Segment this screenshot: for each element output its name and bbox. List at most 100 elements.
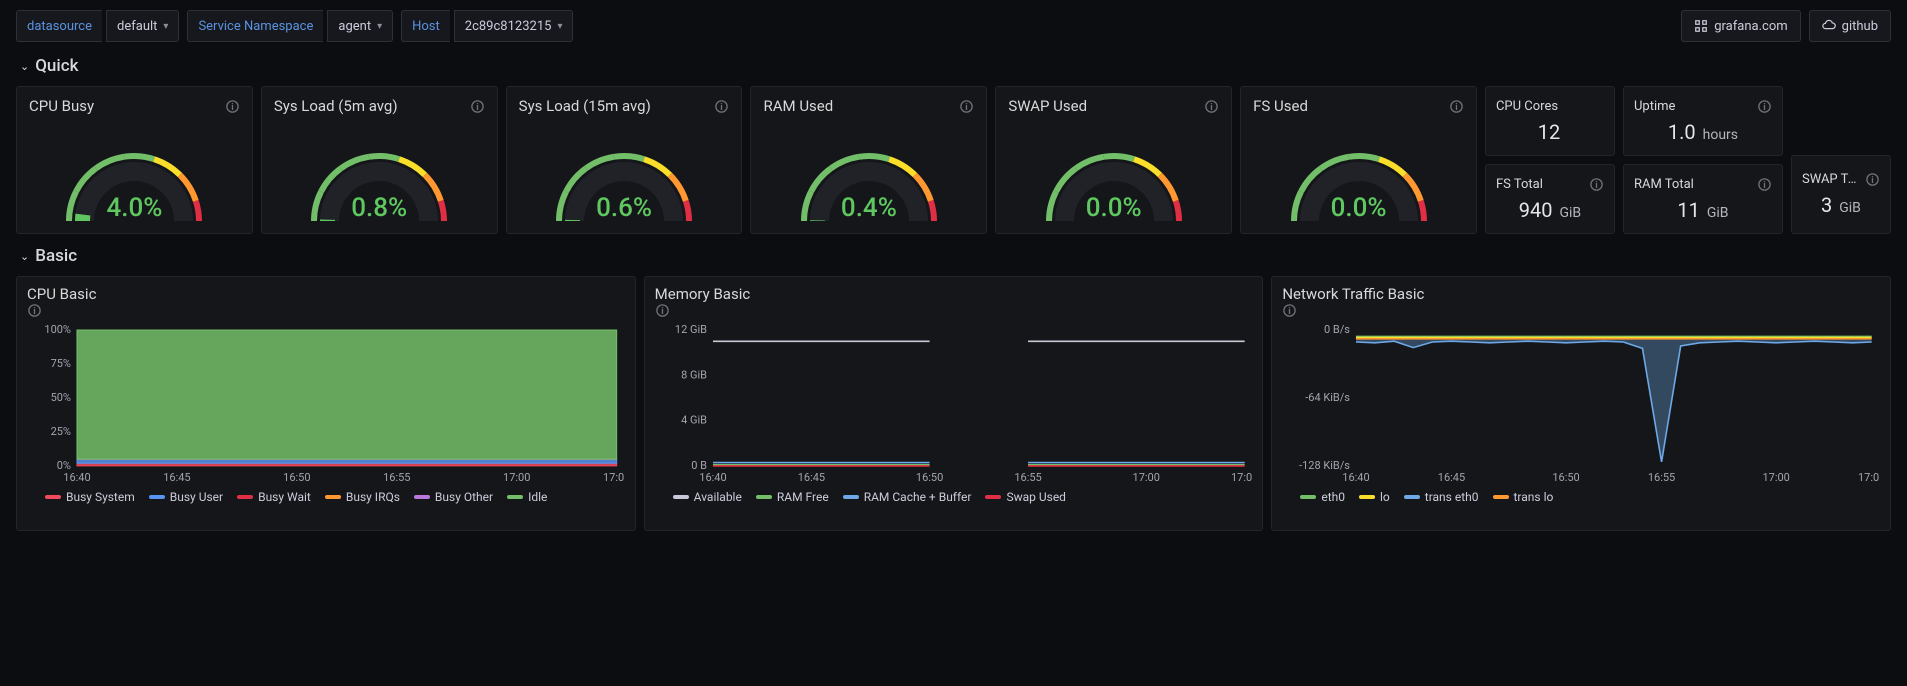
gauge-ram-used[interactable]: RAM Used i 0.4% xyxy=(750,86,987,234)
svg-text:i: i xyxy=(1455,101,1457,112)
legend-label: RAM Free xyxy=(777,490,829,504)
stat-cpu-cores[interactable]: CPU Cores 12 xyxy=(1485,86,1615,156)
svg-text:8 GiB: 8 GiB xyxy=(681,368,707,381)
panel-title: FS Used xyxy=(1253,97,1441,115)
chart-memory-basic[interactable]: Memory Basic i 0 B4 GiB8 GiB12 GiB16:401… xyxy=(644,276,1264,531)
panel-title: Network Traffic Basic xyxy=(1282,285,1880,303)
legend-item[interactable]: Swap Used xyxy=(985,490,1066,504)
info-icon: i xyxy=(1757,99,1772,114)
svg-text:16:45: 16:45 xyxy=(1438,471,1465,484)
chart-network-basic[interactable]: Network Traffic Basic i -128 KiB/s-64 Ki… xyxy=(1271,276,1891,531)
legend-label: Swap Used xyxy=(1006,490,1066,504)
legend-swatch xyxy=(507,495,523,499)
legend-swatch xyxy=(237,495,253,499)
var-datasource-value[interactable]: default▾ xyxy=(106,10,179,42)
link-grafana[interactable]: grafana.com xyxy=(1681,10,1800,42)
gauge-sysload-5m[interactable]: Sys Load (5m avg) i 0.8% xyxy=(261,86,498,234)
section-basic-toggle[interactable]: ⌄ Basic xyxy=(20,246,1891,266)
gauge-fs-used[interactable]: FS Used i 0.0% xyxy=(1240,86,1477,234)
basic-row: CPU Basic i 0%25%50%75%100%16:4016:4516:… xyxy=(16,276,1891,531)
stat-uptime[interactable]: Uptimei 1.0 hours xyxy=(1623,86,1783,156)
legend-label: Available xyxy=(694,490,742,504)
legend-item[interactable]: RAM Cache + Buffer xyxy=(843,490,972,504)
chart-cpu-basic[interactable]: CPU Basic i 0%25%50%75%100%16:4016:4516:… xyxy=(16,276,636,531)
gauge-sysload-15m[interactable]: Sys Load (15m avg) i 0.6% xyxy=(506,86,743,234)
gauge-value: 4.0% xyxy=(106,193,162,223)
svg-text:100%: 100% xyxy=(44,323,71,336)
gauge-value: 0.0% xyxy=(1086,193,1142,223)
legend-swatch xyxy=(1359,495,1375,499)
legend-item[interactable]: RAM Free xyxy=(756,490,829,504)
svg-text:0 B/s: 0 B/s xyxy=(1324,323,1350,336)
stat-swap-total[interactable]: SWAP Totali 3 GiB xyxy=(1791,155,1891,234)
legend-item[interactable]: Busy IRQs xyxy=(325,490,400,504)
legend-item[interactable]: Available xyxy=(673,490,742,504)
svg-text:17:05: 17:05 xyxy=(1858,471,1880,484)
svg-text:12 GiB: 12 GiB xyxy=(675,323,707,336)
svg-text:i: i xyxy=(231,101,233,112)
legend-item[interactable]: Busy Wait xyxy=(237,490,311,504)
legend-label: Busy Wait xyxy=(258,490,311,504)
panel-title: Memory Basic xyxy=(655,285,1253,303)
legend-item[interactable]: Busy System xyxy=(45,490,135,504)
panel-title: SWAP Used xyxy=(1008,97,1196,115)
info-icon: i xyxy=(714,99,729,114)
info-icon: i xyxy=(470,99,485,114)
stat-fs-total[interactable]: FS Totali 940 GiB xyxy=(1485,164,1615,234)
legend-label: Busy Other xyxy=(435,490,493,504)
var-service-namespace: Service Namespace agent▾ xyxy=(187,10,393,42)
legend-label: Busy System xyxy=(66,490,135,504)
gauge-cpu-busy[interactable]: CPU Busy i 4.0% xyxy=(16,86,253,234)
legend-item[interactable]: trans eth0 xyxy=(1404,490,1479,504)
info-icon: i xyxy=(1865,172,1880,187)
legend-swatch xyxy=(149,495,165,499)
svg-text:i: i xyxy=(661,306,663,317)
legend-item[interactable]: eth0 xyxy=(1300,490,1345,504)
info-icon: i xyxy=(1204,99,1219,114)
svg-text:16:40: 16:40 xyxy=(1343,471,1370,484)
section-quick-toggle[interactable]: ⌄ Quick xyxy=(20,56,1891,76)
var-host: Host 2c89c8123215▾ xyxy=(401,10,573,42)
gauge-value: 0.8% xyxy=(351,193,407,223)
quick-row: CPU Busy i 4.0% Sys Load (5m avg) i 0.8%… xyxy=(16,86,1891,234)
svg-text:16:55: 16:55 xyxy=(383,471,410,484)
svg-text:16:50: 16:50 xyxy=(1553,471,1580,484)
legend-item[interactable]: Idle xyxy=(507,490,547,504)
stat-ram-total[interactable]: RAM Totali 11 GiB xyxy=(1623,164,1783,234)
legend-item[interactable]: lo xyxy=(1359,490,1390,504)
panel-title: RAM Used xyxy=(763,97,951,115)
legend-item[interactable]: trans lo xyxy=(1493,490,1554,504)
svg-text:75%: 75% xyxy=(51,357,71,370)
legend-swatch xyxy=(414,495,430,499)
gauge-value: 0.4% xyxy=(841,193,897,223)
svg-text:17:00: 17:00 xyxy=(1132,471,1159,484)
svg-text:i: i xyxy=(1289,306,1291,317)
panel-title: Sys Load (15m avg) xyxy=(519,97,707,115)
svg-text:16:55: 16:55 xyxy=(1014,471,1041,484)
link-github[interactable]: github xyxy=(1809,10,1891,42)
gauge-value: 0.6% xyxy=(596,193,652,223)
var-service-namespace-label: Service Namespace xyxy=(187,10,323,42)
legend-item[interactable]: Busy Other xyxy=(414,490,493,504)
gauge-swap-used[interactable]: SWAP Used i 0.0% xyxy=(995,86,1232,234)
svg-text:50%: 50% xyxy=(51,391,71,404)
legend-swatch xyxy=(673,495,689,499)
chevron-down-icon: ⌄ xyxy=(20,250,29,263)
legend-item[interactable]: Busy User xyxy=(149,490,223,504)
var-datasource-label: datasource xyxy=(16,10,102,42)
svg-text:16:55: 16:55 xyxy=(1648,471,1675,484)
info-icon: i xyxy=(1757,177,1772,192)
cloud-icon xyxy=(1822,19,1836,33)
svg-text:i: i xyxy=(33,306,35,317)
svg-text:i: i xyxy=(1763,101,1765,112)
legend-swatch xyxy=(325,495,341,499)
svg-text:i: i xyxy=(1871,175,1873,186)
legend-swatch xyxy=(1300,495,1316,499)
svg-text:i: i xyxy=(1210,101,1212,112)
var-host-value[interactable]: 2c89c8123215▾ xyxy=(454,10,574,42)
var-service-namespace-value[interactable]: agent▾ xyxy=(327,10,393,42)
svg-text:16:50: 16:50 xyxy=(283,471,310,484)
panel-title: Sys Load (5m avg) xyxy=(274,97,462,115)
legend-swatch xyxy=(756,495,772,499)
svg-text:i: i xyxy=(721,101,723,112)
